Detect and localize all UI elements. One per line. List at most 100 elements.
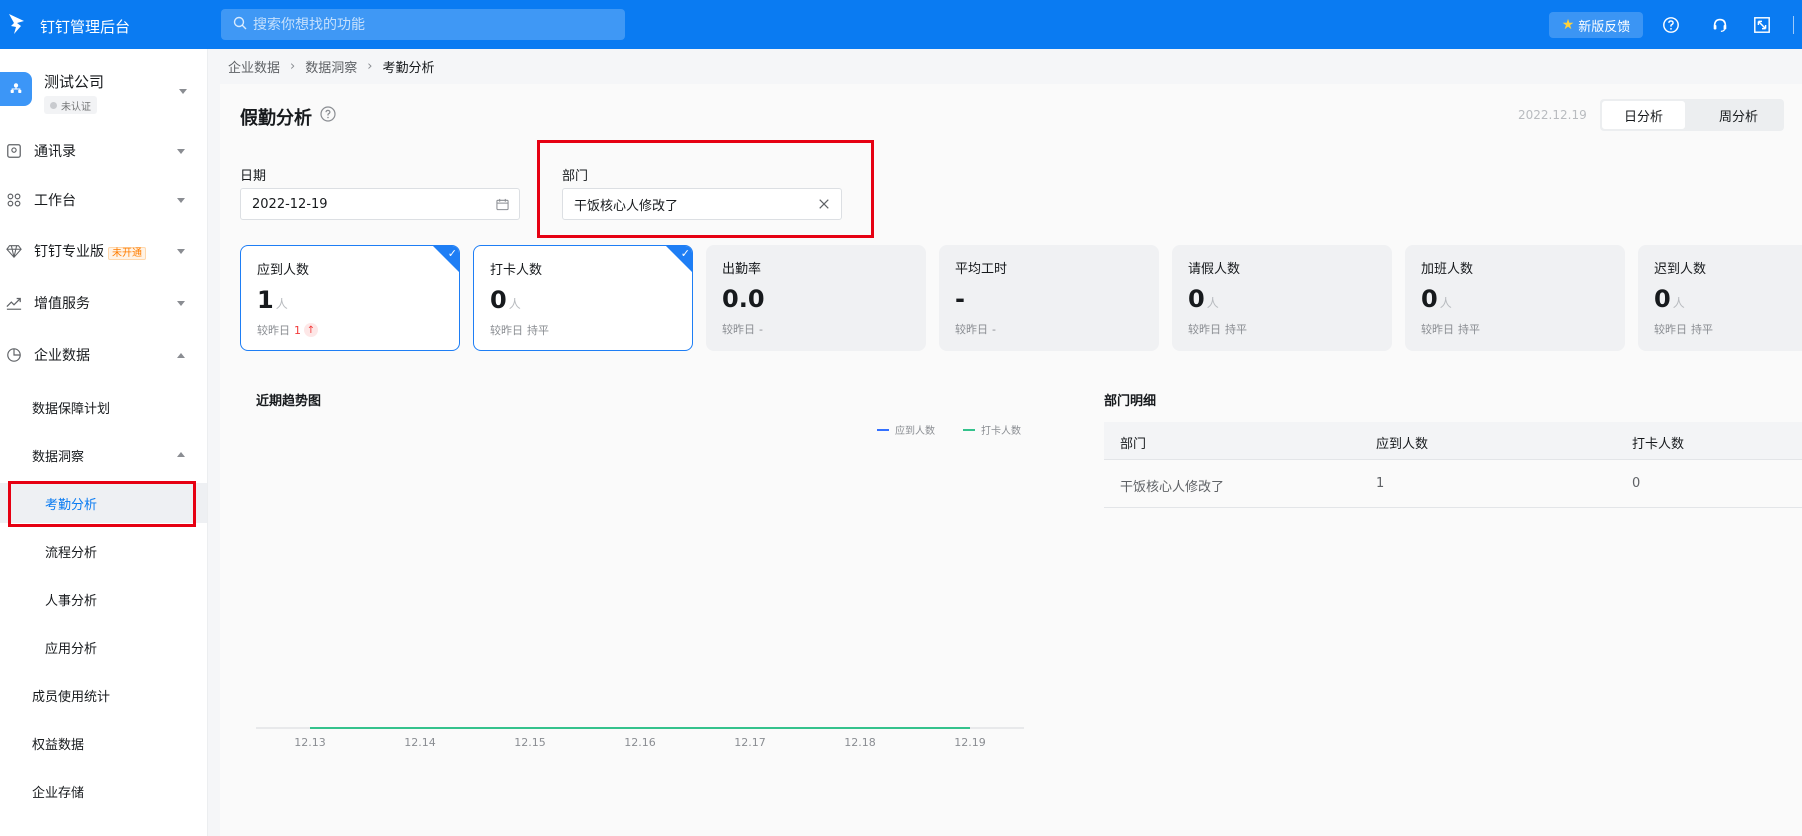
sidebar-item-workbench[interactable]: 工作台 [0, 180, 207, 220]
sidebar-item-hr[interactable]: 人事分析 [0, 579, 207, 619]
search-input[interactable] [253, 16, 613, 33]
tab-daily[interactable]: 日分析 [1602, 101, 1686, 129]
sidebar-pro-label: 钉钉专业版 [34, 244, 104, 260]
sidebar-item-app[interactable]: 应用分析 [0, 627, 207, 667]
company-switcher[interactable]: 测试公司 未认证 [0, 49, 207, 139]
search-icon [233, 16, 247, 34]
highlight-box-dept [537, 140, 874, 238]
card-value: 0人 [1421, 285, 1452, 313]
compare-label: 较昨日 [257, 324, 290, 337]
chevron-down-icon [177, 301, 185, 306]
sidebar-item-benefits[interactable]: 权益数据 [0, 723, 207, 763]
topbar-divider [1793, 16, 1794, 34]
compare-value: 持平 [1225, 323, 1247, 336]
card-title: 应到人数 [257, 263, 310, 278]
compare-label: 较昨日 [1654, 323, 1687, 336]
card-value-number: 1 [257, 286, 274, 314]
card-title: 打卡人数 [490, 263, 543, 278]
x-tick-label: 12.16 [624, 736, 656, 749]
sidebar-item-label: 增值服务 [34, 296, 90, 312]
stat-card-leave[interactable]: 请假人数 0人 较昨日 持平 [1172, 245, 1392, 351]
card-compare: 较昨日 - [955, 321, 996, 337]
x-tick-label: 12.17 [734, 736, 766, 749]
date-field-label: 日期 [240, 169, 267, 184]
sidebar: 通讯录 测试公司 未认证 工作台 钉钉专业版 未开通 增值服务 企业数据 数据保… [0, 49, 208, 836]
sidebar-item-label: 应用分析 [45, 641, 98, 657]
search-box[interactable] [221, 9, 625, 40]
x-tick-label: 12.13 [294, 736, 326, 749]
card-unit: 人 [1672, 296, 1685, 310]
sidebar-item-member-stats[interactable]: 成员使用统计 [0, 675, 207, 715]
card-compare: 较昨日 持平 [1654, 321, 1713, 337]
check-icon: ✓ [447, 247, 457, 260]
breadcrumb-current: 考勤分析 [382, 61, 435, 76]
not-activated-tag: 未开通 [108, 247, 146, 260]
card-value-number: 0 [490, 286, 507, 314]
help-icon[interactable] [320, 106, 336, 122]
sidebar-item-label: 流程分析 [45, 545, 98, 561]
page-title: 假勤分析 [240, 108, 312, 129]
help-icon[interactable] [1659, 13, 1683, 37]
sidebar-item-label: 人事分析 [45, 593, 98, 609]
date-picker[interactable]: 2022-12-19 [240, 188, 520, 220]
card-unit: 人 [275, 297, 288, 311]
card-value-number: - [955, 285, 965, 313]
card-compare: 较昨日 持平 [490, 322, 549, 338]
card-value: 0人 [490, 286, 521, 314]
sidebar-item-pro[interactable]: 钉钉专业版 未开通 [0, 231, 207, 271]
chevron-right-icon: › [290, 59, 296, 74]
sidebar-item-insight[interactable]: 数据洞察 [0, 435, 207, 475]
stat-card-late[interactable]: 迟到人数 0人 较昨日 持平 [1638, 245, 1802, 351]
compare-value: - [759, 322, 763, 336]
legend-item-checked-in[interactable]: 打卡人数 [963, 422, 1021, 437]
trend-title: 近期趋势图 [256, 394, 322, 409]
legend-swatch [877, 428, 889, 431]
chevron-up-icon [177, 452, 185, 457]
fullscreen-icon[interactable] [1750, 13, 1774, 37]
status-dot-icon [50, 101, 57, 109]
compare-label: 较昨日 [1188, 323, 1221, 336]
card-value: 0人 [1188, 285, 1219, 313]
dept-detail-title: 部门明细 [1104, 394, 1157, 409]
brand[interactable]: 钉钉管理后台 [8, 12, 130, 40]
breadcrumb-item[interactable]: 企业数据 [228, 57, 280, 76]
legend-label: 应到人数 [895, 426, 935, 437]
feedback-button[interactable]: ★ 新版反馈 [1549, 12, 1643, 38]
stat-card-expected[interactable]: 应到人数 1人 较昨日 1 ↑ ✓ [240, 245, 460, 351]
column-header: 应到人数 [1376, 437, 1429, 452]
table-cell: 0 [1632, 476, 1641, 491]
period-toggle: 日分析 周分析 [1600, 99, 1785, 131]
tab-weekly[interactable]: 周分析 [1685, 101, 1782, 129]
highlight-box-sidebar [8, 481, 196, 527]
sidebar-item-label: 企业存储 [32, 785, 85, 801]
table-row[interactable]: 干饭核心人修改了 1 0 [1104, 460, 1802, 508]
card-compare: 较昨日 1 ↑ [257, 322, 318, 338]
chevron-up-icon [177, 353, 185, 358]
stat-card-attendance-rate[interactable]: 出勤率 0.0 较昨日 - [706, 245, 926, 351]
company-name: 测试公司 [44, 73, 105, 91]
sidebar-item-label: 通讯录 [34, 144, 76, 160]
sidebar-item-enterprise-data[interactable]: 企业数据 [0, 335, 207, 375]
sidebar-item-data-plan[interactable]: 数据保障计划 [0, 387, 207, 427]
headset-icon[interactable] [1708, 13, 1732, 37]
card-value: 0.0 [722, 285, 765, 313]
sidebar-item-label: 数据保障计划 [32, 401, 111, 417]
card-compare: 较昨日 - [722, 321, 763, 337]
legend-item-expected[interactable]: 应到人数 [877, 422, 935, 437]
compare-value: 持平 [527, 324, 549, 337]
sidebar-item-storage[interactable]: 企业存储 [0, 771, 207, 811]
sidebar-item-process[interactable]: 流程分析 [0, 531, 207, 571]
compare-label: 较昨日 [1421, 323, 1454, 336]
stat-card-overtime[interactable]: 加班人数 0人 较昨日 持平 [1405, 245, 1625, 351]
card-compare: 较昨日 持平 [1421, 321, 1480, 337]
card-value: 1人 [257, 286, 288, 314]
stat-card-checked-in[interactable]: 打卡人数 0人 较昨日 持平 ✓ [473, 245, 693, 351]
calendar-icon [495, 197, 509, 211]
sidebar-item-value-added[interactable]: 增值服务 [0, 283, 207, 323]
top-bar: 钉钉管理后台 ★ 新版反馈 [0, 0, 1802, 49]
sidebar-item-label: 工作台 [34, 193, 76, 209]
breadcrumb-item[interactable]: 数据洞察 [305, 57, 357, 76]
card-title: 加班人数 [1421, 262, 1474, 277]
stat-card-avg-hours[interactable]: 平均工时 - 较昨日 - [939, 245, 1159, 351]
sidebar-item-label: 权益数据 [32, 737, 85, 753]
